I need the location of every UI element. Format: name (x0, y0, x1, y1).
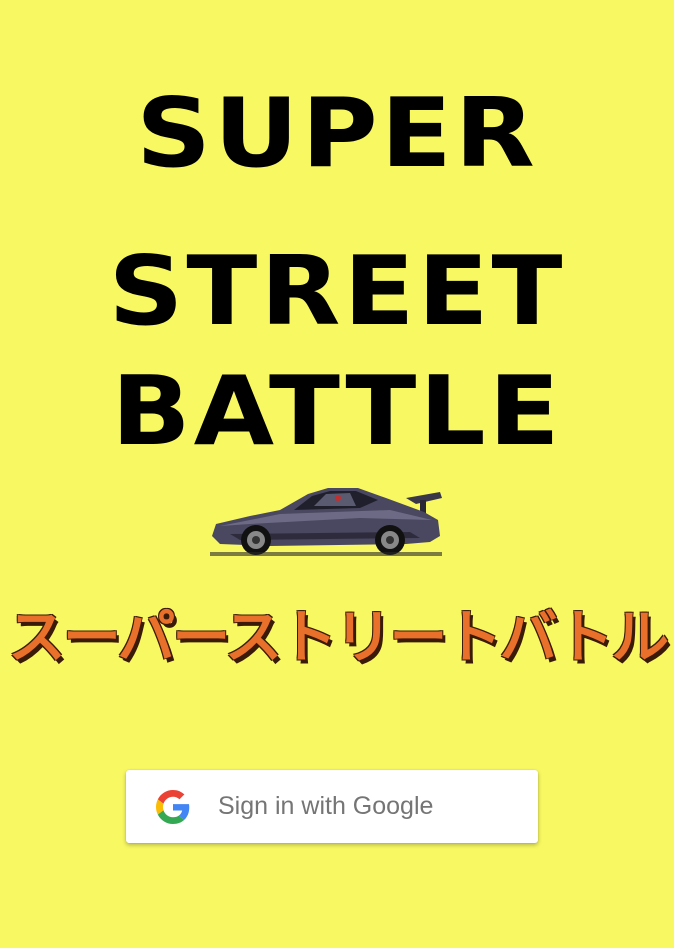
sign-in-with-google-button[interactable]: Sign in with Google (126, 770, 538, 843)
title-line-super: SUPER (136, 77, 538, 190)
title-line-battle: BATTLE (111, 355, 563, 468)
japanese-title: スーパーストリートバトル (7, 603, 669, 671)
title-line-street: STREET (108, 235, 566, 348)
google-g-icon (156, 790, 190, 824)
sign-in-label: Sign in with Google (218, 792, 434, 820)
sports-car-icon (210, 488, 442, 556)
